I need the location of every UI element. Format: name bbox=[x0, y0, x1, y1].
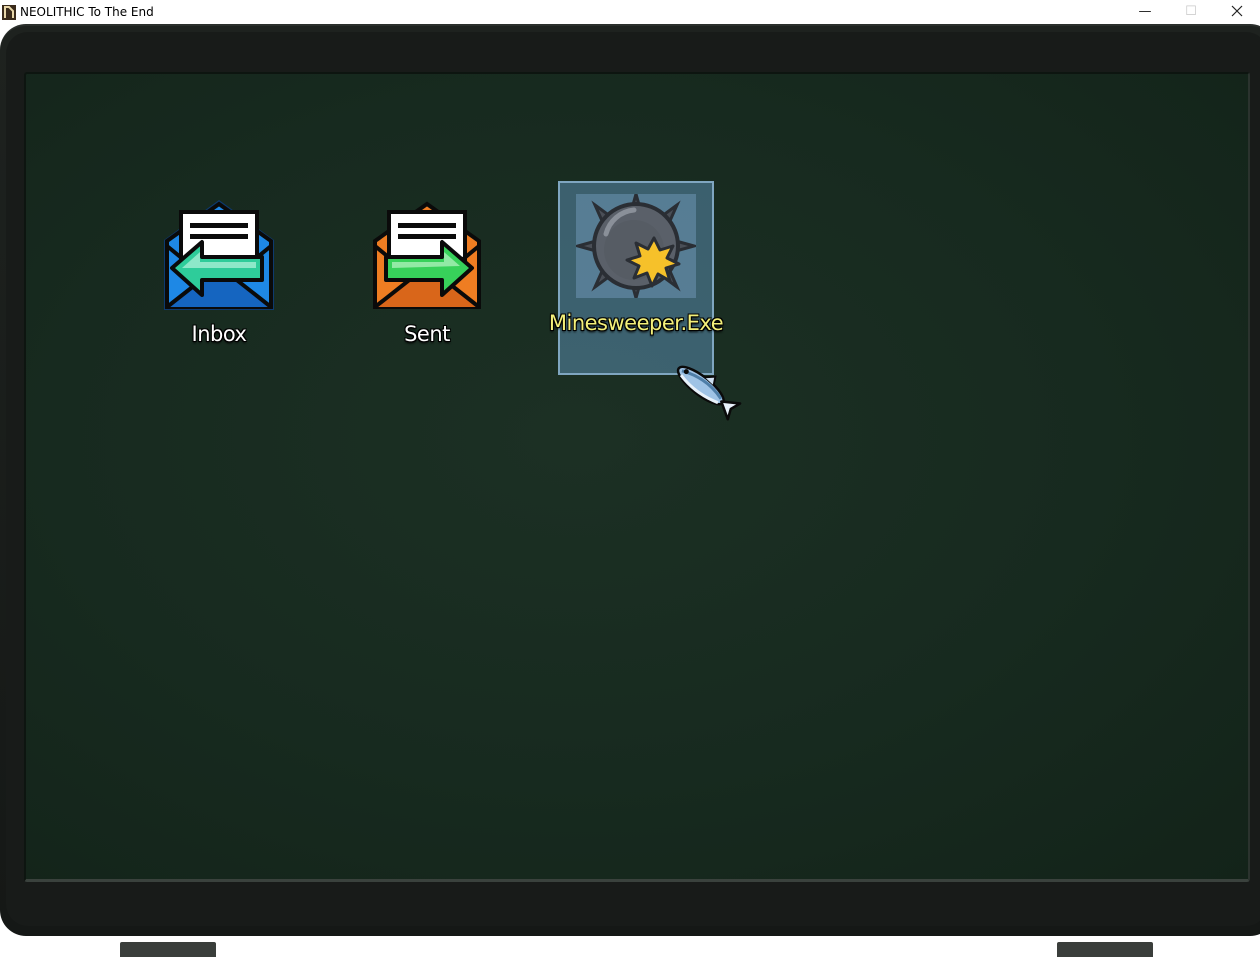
window-title: NEOLITHIC To The End bbox=[20, 5, 154, 19]
app-icon bbox=[2, 5, 16, 20]
desktop-icon-minesweeper[interactable]: Minesweeper.Exe bbox=[548, 194, 724, 335]
desktop-icon-inbox[interactable]: Inbox bbox=[160, 196, 278, 346]
icon-label-inbox: Inbox bbox=[191, 322, 247, 346]
mail-sent-icon bbox=[373, 201, 481, 309]
mine-bomb-icon bbox=[576, 194, 696, 298]
game-viewport: Inbox Sent Minesweeper.Exe bbox=[0, 24, 1260, 957]
close-icon bbox=[1231, 5, 1243, 17]
monitor-foot-right bbox=[1057, 942, 1153, 957]
minimize-button[interactable]: — bbox=[1122, 0, 1168, 22]
close-button[interactable] bbox=[1214, 0, 1260, 22]
mail-inbox-icon bbox=[164, 200, 274, 310]
window-titlebar[interactable]: NEOLITHIC To The End — ☐ bbox=[0, 0, 1260, 24]
window-controls: — ☐ bbox=[1122, 0, 1260, 24]
maximize-button[interactable]: ☐ bbox=[1168, 0, 1214, 22]
fish-cursor-icon bbox=[676, 365, 742, 421]
icon-label-minesweeper: Minesweeper.Exe bbox=[548, 311, 724, 335]
desktop-icon-sent[interactable]: Sent bbox=[368, 196, 486, 346]
monitor-foot-left bbox=[120, 942, 216, 957]
icon-label-sent: Sent bbox=[404, 322, 450, 346]
